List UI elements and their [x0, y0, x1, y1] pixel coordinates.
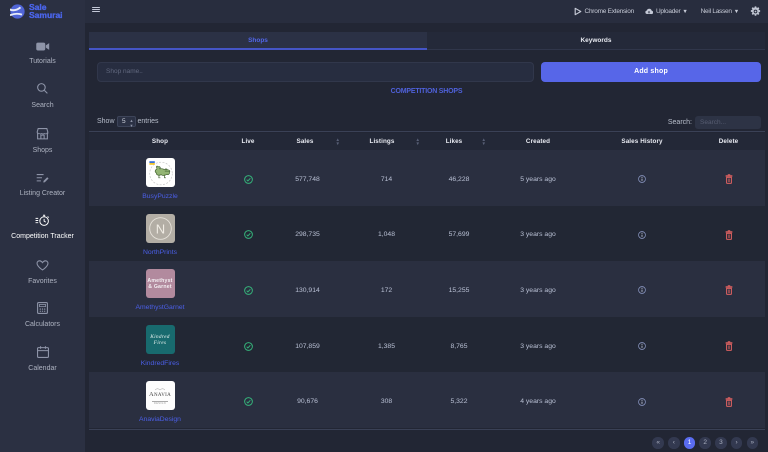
svg-text:N: N: [155, 221, 164, 236]
